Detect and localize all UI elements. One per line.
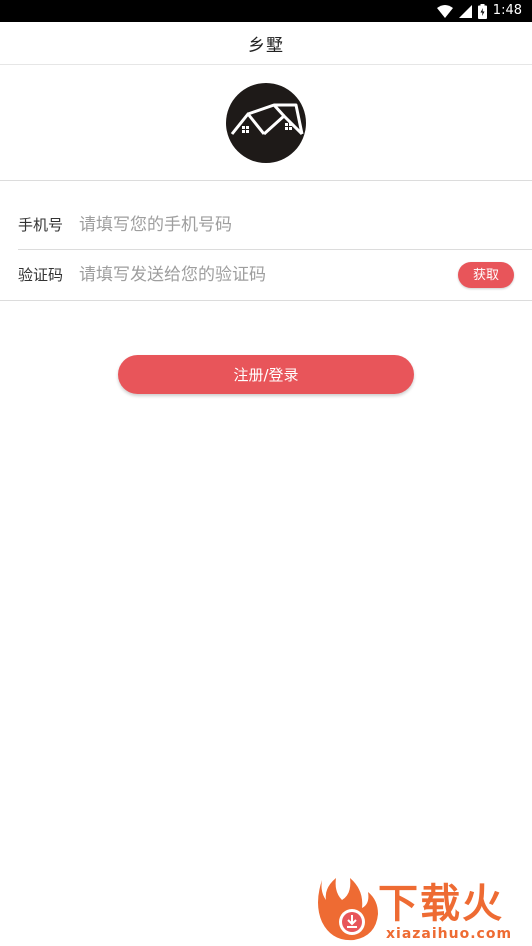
phone-label: 手机号 — [18, 216, 64, 234]
title-bar: 乡墅 — [0, 22, 532, 65]
flame-download-icon — [318, 878, 378, 941]
cell-signal-icon — [458, 4, 472, 18]
watermark: 下载火 xiazaihuo.com — [312, 874, 527, 944]
wifi-icon — [436, 4, 453, 18]
code-label: 验证码 — [18, 266, 64, 284]
battery-icon — [477, 3, 487, 19]
phone-input[interactable] — [79, 208, 509, 242]
status-time: 1:48 — [492, 3, 522, 18]
watermark-domain: xiazaihuo.com — [386, 926, 513, 942]
status-icons: 1:48 — [436, 2, 522, 20]
watermark-brand: 下载火 — [378, 881, 504, 927]
status-bar: 1:48 — [0, 0, 532, 22]
app-logo — [226, 83, 306, 163]
divider — [0, 180, 532, 181]
get-code-button[interactable]: 获取 — [458, 262, 514, 288]
house-roof-logo-icon — [230, 103, 304, 136]
code-row: 验证码 获取 — [0, 250, 532, 300]
divider — [0, 300, 532, 301]
page-title: 乡墅 — [248, 35, 284, 56]
verification-code-input[interactable] — [79, 258, 439, 292]
phone-row: 手机号 — [0, 200, 532, 250]
register-login-button[interactable]: 注册/登录 — [118, 355, 414, 394]
